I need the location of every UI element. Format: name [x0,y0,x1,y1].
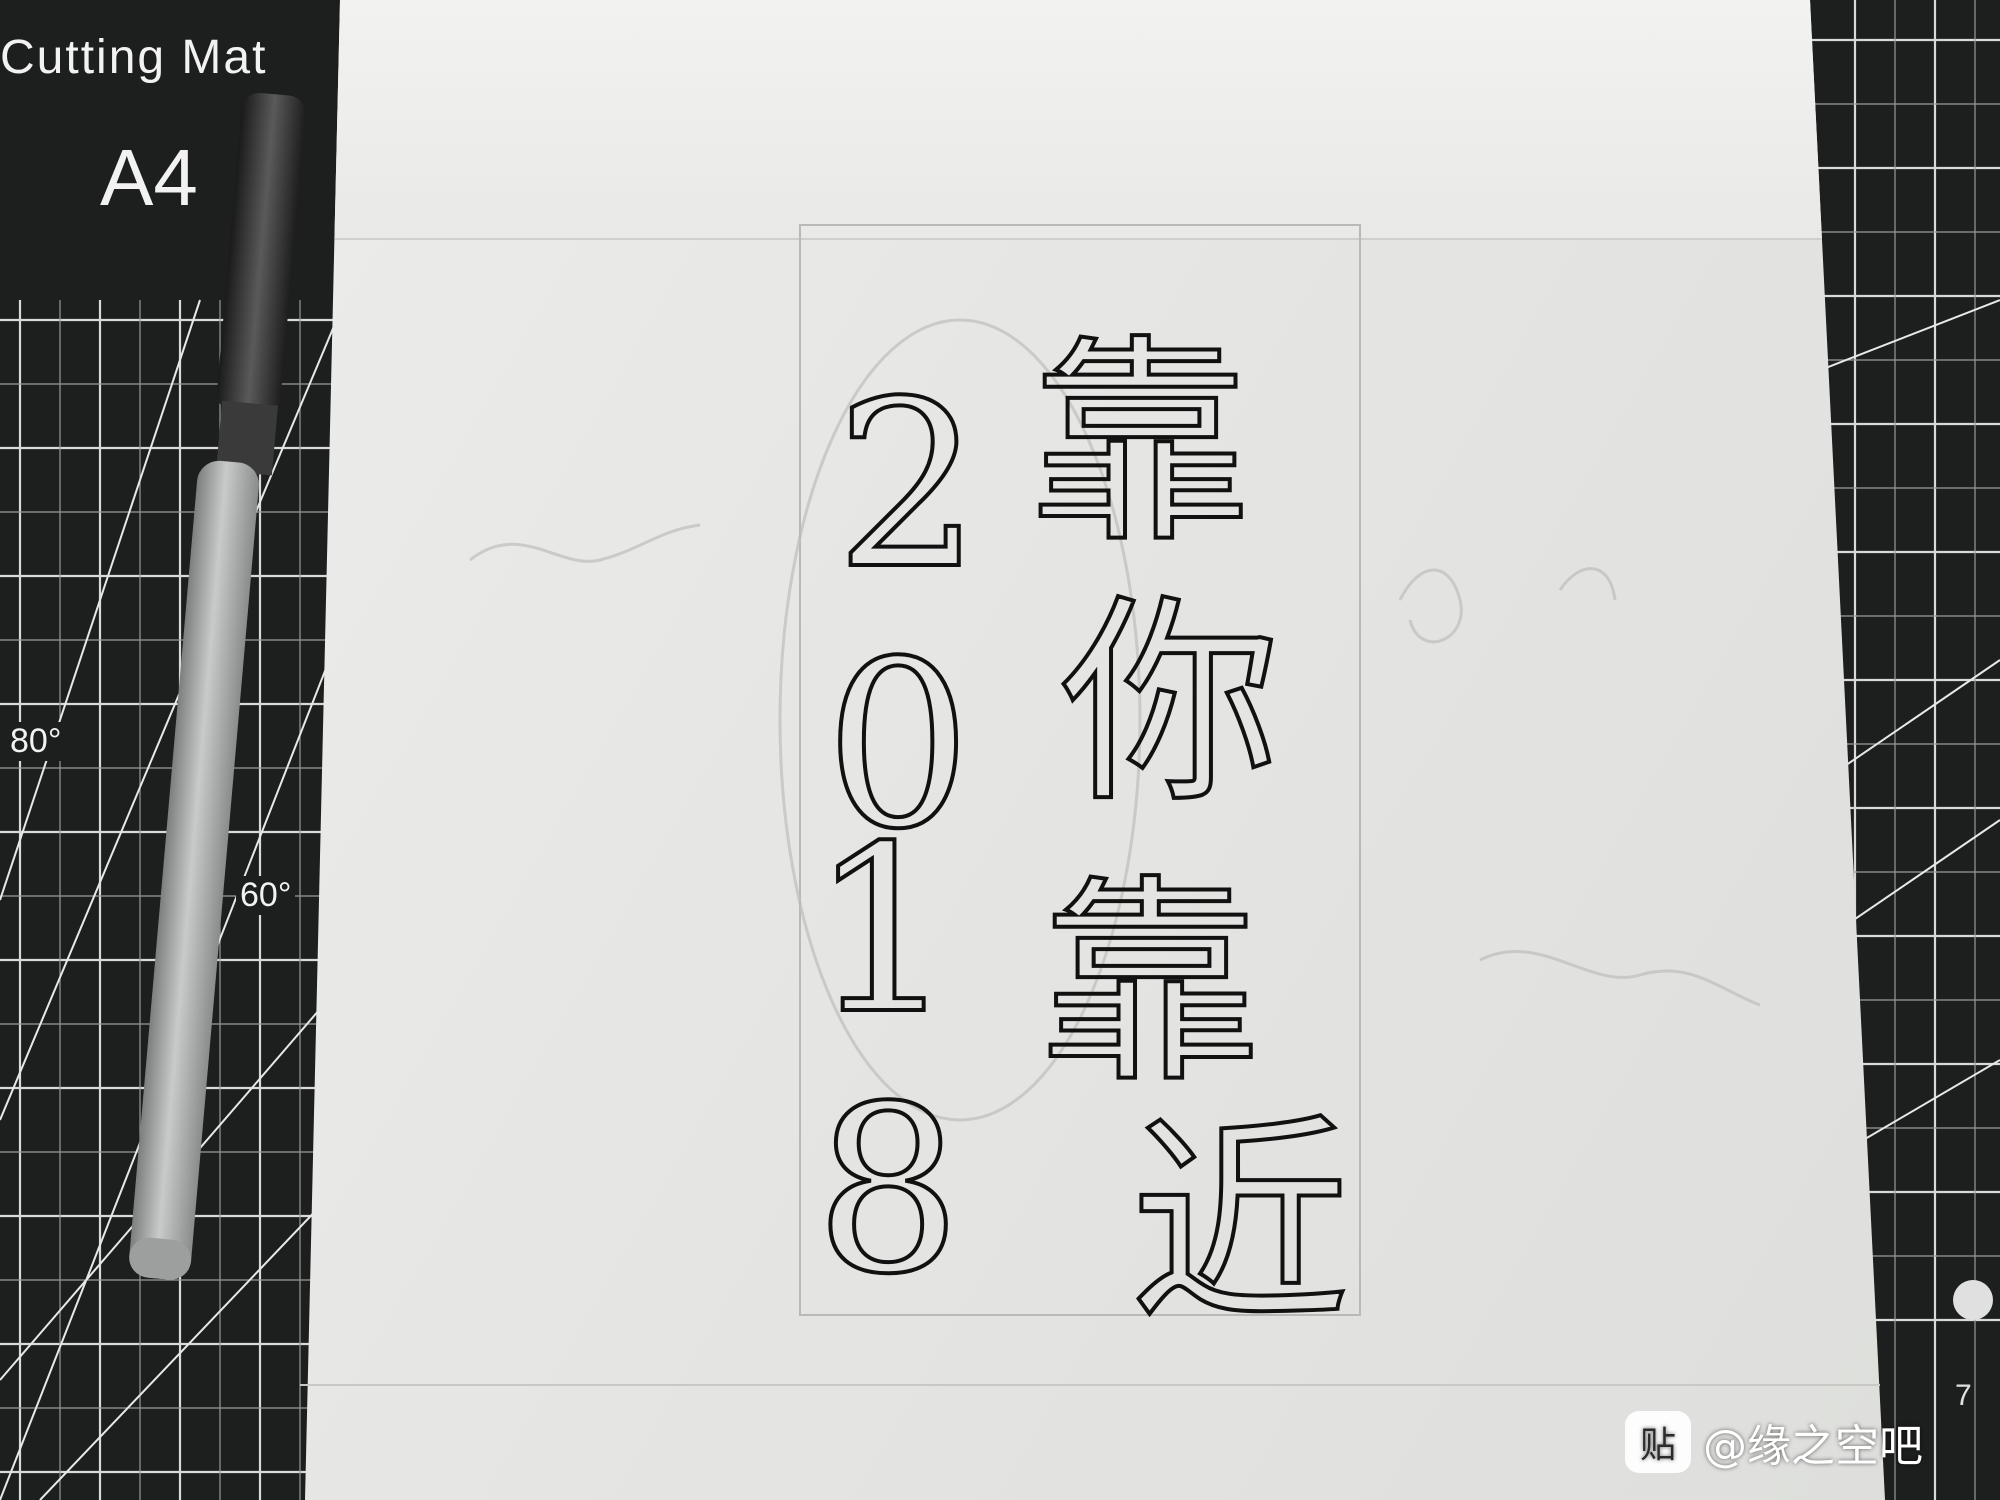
pen [88,60,306,1280]
outlined-digit-1: 1 [810,798,956,1065]
outlined-digit-2: 2 [835,353,981,620]
tieba-logo-icon: 贴 [1625,1411,1691,1473]
outlined-digit-8: 8 [815,1058,961,1325]
outlined-char-kao-top: 靠 [1030,316,1250,572]
watermark: 贴 @缘之空吧 [1625,1408,1923,1476]
outlined-char-jin: 近 [1130,1096,1350,1352]
outlined-char-kao: 靠 [1040,856,1260,1112]
outlined-char-ni: 你 [1060,576,1280,832]
watermark-text: @缘之空吧 [1703,1421,1923,1472]
pen-drawing [129,92,306,1280]
